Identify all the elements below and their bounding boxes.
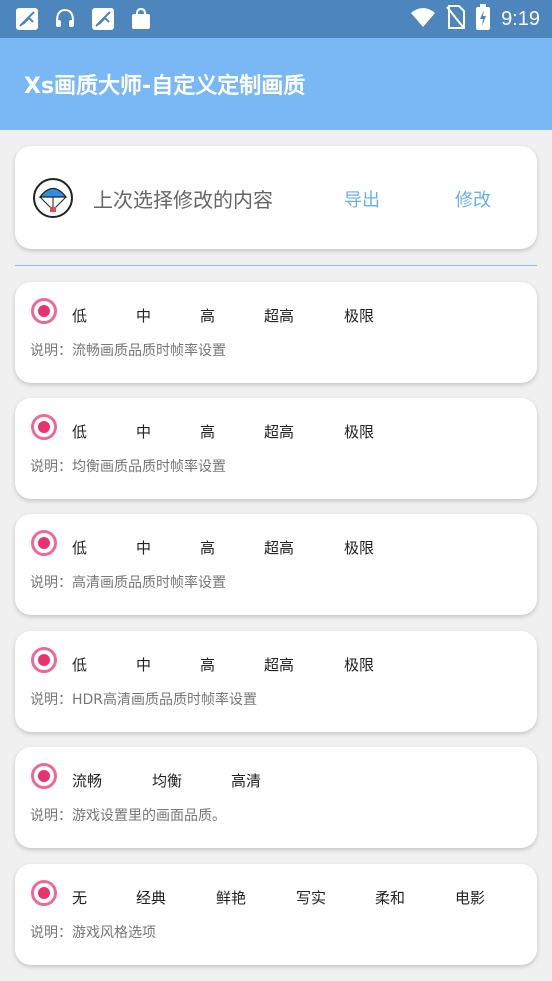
option-extreme[interactable]: 极限: [344, 421, 374, 442]
setting-card-graphics-quality: 流畅 均衡 高清 说明：游戏设置里的画面品质。: [15, 747, 537, 848]
last-selection-label: 上次选择修改的内容: [93, 188, 273, 212]
option-cinematic[interactable]: 电影: [455, 887, 485, 908]
radio-button[interactable]: [31, 298, 57, 324]
headset-icon: [52, 6, 78, 32]
setting-description: 说明：均衡画质品质时帧率设置: [30, 459, 226, 475]
bag-icon: [128, 6, 154, 32]
divider: [15, 265, 537, 266]
option-low[interactable]: 低: [72, 421, 87, 442]
no-sim-icon: [445, 5, 466, 33]
option-classic[interactable]: 经典: [136, 887, 166, 908]
export-button[interactable]: 导出: [344, 186, 380, 212]
setting-description: 说明：游戏风格选项: [30, 925, 156, 941]
setting-card-hd-framerate: 低 中 高 超高 极限 说明：高清画质品质时帧率设置: [15, 514, 537, 615]
clock: 9:19: [501, 7, 540, 30]
setting-description: 说明：流畅画质品质时帧率设置: [30, 343, 226, 359]
wifi-icon: [411, 7, 436, 31]
option-smooth[interactable]: 流畅: [72, 770, 102, 791]
setting-card-game-style: 无 经典 鲜艳 写实 柔和 电影 说明：游戏风格选项: [15, 864, 537, 965]
app-bar: Xs画质大师-自定义定制画质: [0, 38, 552, 130]
option-ultra[interactable]: 超高: [264, 305, 294, 326]
option-soft[interactable]: 柔和: [375, 887, 405, 908]
option-medium[interactable]: 中: [136, 305, 151, 326]
option-low[interactable]: 低: [72, 654, 87, 675]
option-high[interactable]: 高: [200, 537, 215, 558]
option-low[interactable]: 低: [72, 305, 87, 326]
option-ultra[interactable]: 超高: [264, 537, 294, 558]
option-high[interactable]: 高: [200, 654, 215, 675]
battery-charging-icon: [475, 4, 491, 34]
no-signal-icon: [14, 6, 40, 32]
option-low[interactable]: 低: [72, 537, 87, 558]
option-extreme[interactable]: 极限: [344, 305, 374, 326]
setting-card-hdr-framerate: 低 中 高 超高 极限 说明：HDR高清画质品质时帧率设置: [15, 631, 537, 732]
option-extreme[interactable]: 极限: [344, 537, 374, 558]
setting-description: 说明：游戏设置里的画面品质。: [30, 808, 226, 824]
option-high[interactable]: 高: [200, 305, 215, 326]
option-medium[interactable]: 中: [136, 654, 151, 675]
option-high[interactable]: 高: [200, 421, 215, 442]
option-none[interactable]: 无: [72, 887, 87, 908]
no-signal-icon: [90, 6, 116, 32]
option-hd[interactable]: 高清: [231, 770, 261, 791]
radio-button[interactable]: [31, 880, 57, 906]
setting-description: 说明：HDR高清画质品质时帧率设置: [30, 692, 258, 708]
modify-button[interactable]: 修改: [455, 186, 491, 212]
setting-card-smooth-framerate: 低 中 高 超高 极限 说明：流畅画质品质时帧率设置: [15, 282, 537, 383]
option-balanced[interactable]: 均衡: [152, 770, 182, 791]
radio-button[interactable]: [31, 530, 57, 556]
option-vivid[interactable]: 鲜艳: [216, 887, 246, 908]
option-medium[interactable]: 中: [136, 421, 151, 442]
radio-button[interactable]: [31, 763, 57, 789]
setting-description: 说明：高清画质品质时帧率设置: [30, 575, 226, 591]
option-ultra[interactable]: 超高: [264, 654, 294, 675]
setting-card-balanced-framerate: 低 中 高 超高 极限 说明：均衡画质品质时帧率设置: [15, 398, 537, 499]
option-ultra[interactable]: 超高: [264, 421, 294, 442]
radio-button[interactable]: [31, 414, 57, 440]
parachute-icon: [33, 178, 73, 218]
option-extreme[interactable]: 极限: [344, 654, 374, 675]
status-bar: 9:19: [0, 0, 552, 38]
app-title: Xs画质大师-自定义定制画质: [24, 74, 306, 99]
last-selection-card: 上次选择修改的内容 导出 修改: [15, 146, 537, 249]
option-medium[interactable]: 中: [136, 537, 151, 558]
option-realistic[interactable]: 写实: [296, 887, 326, 908]
radio-button[interactable]: [31, 647, 57, 673]
